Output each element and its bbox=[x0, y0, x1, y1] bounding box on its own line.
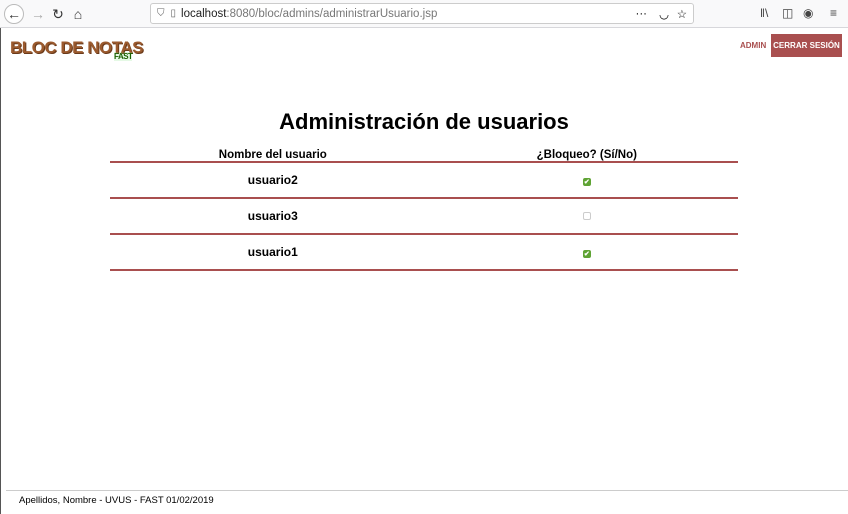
table-row: usuario3 bbox=[110, 198, 738, 235]
library-icon[interactable]: ‖\ bbox=[760, 6, 768, 20]
browser-toolbar: ← → ↻ ⌂ ⛉ ▯ localhost:8080/bloc/admins/a… bbox=[0, 0, 848, 28]
url-host: localhost bbox=[181, 7, 227, 20]
column-header-name: Nombre del usuario bbox=[110, 148, 436, 163]
admin-link[interactable]: ADMIN bbox=[740, 41, 766, 50]
blocked-cell: ✔ bbox=[435, 234, 738, 271]
logo[interactable]: BLOC DE NOTAS FAST bbox=[10, 38, 143, 61]
logo-sub: FAST bbox=[114, 52, 133, 61]
home-icon[interactable]: ⌂ bbox=[68, 4, 88, 24]
sidebar-icon[interactable]: ◫ bbox=[782, 6, 793, 20]
column-header-blocked: ¿Bloqueo? (Sí/No) bbox=[435, 148, 738, 163]
blocked-checkbox[interactable]: ✔ bbox=[582, 250, 591, 258]
window-border bbox=[0, 28, 1, 514]
blocked-checkbox[interactable] bbox=[582, 212, 591, 220]
account-icon[interactable]: ◉ bbox=[803, 6, 813, 20]
url-bar[interactable]: ⛉ ▯ localhost:8080/bloc/admins/administr… bbox=[150, 3, 694, 24]
reload-icon[interactable]: ↻ bbox=[48, 4, 68, 24]
page-icon: ▯ bbox=[170, 8, 177, 19]
menu-icon[interactable]: ≡ bbox=[830, 6, 837, 20]
pocket-icon[interactable]: ◡ bbox=[659, 7, 669, 21]
shield-icon: ⛉ bbox=[157, 8, 165, 19]
logout-button[interactable]: CERRAR SESIÓN bbox=[771, 34, 842, 57]
table-row: usuario2 ✔ bbox=[110, 162, 738, 199]
star-icon[interactable]: ☆ bbox=[677, 7, 687, 21]
user-name: usuario1 bbox=[110, 234, 436, 271]
more-icon[interactable]: ··· bbox=[636, 8, 648, 20]
back-icon[interactable]: ← bbox=[4, 4, 24, 24]
blocked-cell bbox=[435, 198, 738, 235]
user-name: usuario2 bbox=[110, 162, 436, 199]
user-name: usuario3 bbox=[110, 198, 436, 235]
url-path: :8080/bloc/admins/administrarUsuario.jsp bbox=[226, 7, 438, 20]
footer: Apellidos, Nombre - UVUS - FAST 01/02/20… bbox=[6, 490, 848, 506]
table-row: usuario1 ✔ bbox=[110, 234, 738, 271]
forward-icon[interactable]: → bbox=[28, 4, 48, 24]
page-title: Administración de usuarios bbox=[279, 109, 569, 134]
users-table: Nombre del usuario ¿Bloqueo? (Sí/No) usu… bbox=[110, 148, 738, 271]
blocked-cell: ✔ bbox=[435, 162, 738, 199]
blocked-checkbox[interactable]: ✔ bbox=[582, 178, 591, 186]
